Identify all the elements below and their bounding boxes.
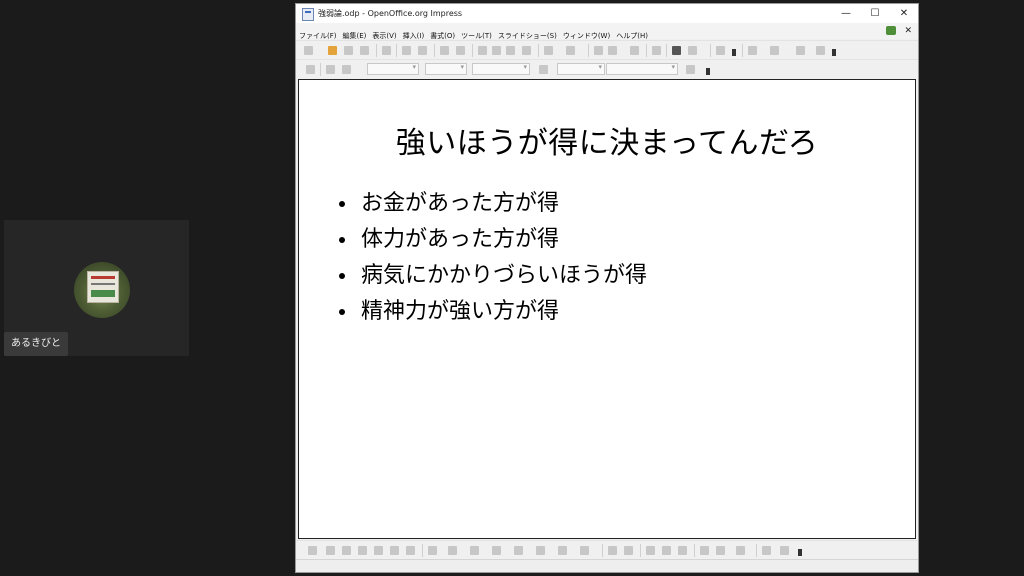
close-button[interactable]: ✕ <box>890 4 918 23</box>
impress-window: 強弱論.odp - OpenOffice.org Impress — ☐ ✕ フ… <box>295 3 919 573</box>
ellipse-icon[interactable] <box>374 546 383 555</box>
maximize-button[interactable]: ☐ <box>861 4 889 23</box>
list-item: 病気にかかりづらいほうが得 <box>337 258 647 294</box>
paste-icon[interactable] <box>506 46 515 55</box>
table-icon[interactable] <box>608 46 617 55</box>
list-item: 体力があった方が得 <box>337 222 647 258</box>
bullet-text: 体力があった方が得 <box>361 227 560 252</box>
styles-icon[interactable] <box>306 65 315 74</box>
bullet-icon <box>339 237 345 243</box>
chart-icon[interactable] <box>594 46 603 55</box>
save-icon[interactable] <box>344 46 353 55</box>
slide-design-icon[interactable] <box>748 46 757 55</box>
fill-type-select[interactable] <box>557 63 605 75</box>
symbol-shapes-icon[interactable] <box>492 546 501 555</box>
rotate-icon[interactable] <box>700 546 709 555</box>
slideshow-icon[interactable] <box>816 46 825 55</box>
flowchart-icon[interactable] <box>536 546 545 555</box>
update-icon[interactable] <box>886 26 896 35</box>
redo-icon[interactable] <box>566 46 575 55</box>
help-icon[interactable] <box>716 46 725 55</box>
open-icon[interactable] <box>328 46 337 55</box>
cut-icon[interactable] <box>478 46 487 55</box>
standard-toolbar <box>296 40 918 60</box>
line-style-select[interactable] <box>367 63 419 75</box>
alignment-icon[interactable] <box>716 546 725 555</box>
arrow-style-icon[interactable] <box>342 65 351 74</box>
stars-icon[interactable] <box>580 546 589 555</box>
window-title: 強弱論.odp - OpenOffice.org Impress <box>318 9 463 18</box>
zoom-icon[interactable] <box>688 46 697 55</box>
line-fill-toolbar <box>296 59 918 79</box>
gallery-icon[interactable] <box>662 546 671 555</box>
points-icon[interactable] <box>608 546 617 555</box>
toolbar2-overflow-icon[interactable] <box>832 49 836 56</box>
arrow-line-icon[interactable] <box>342 546 351 555</box>
rectangle-icon[interactable] <box>358 546 367 555</box>
line-color-select[interactable] <box>472 63 530 75</box>
from-file-icon[interactable] <box>646 546 655 555</box>
curve-icon[interactable] <box>406 546 415 555</box>
toolbar4-overflow-icon[interactable] <box>798 549 802 556</box>
title-bar: 強弱論.odp - OpenOffice.org Impress — ☐ ✕ <box>296 4 918 24</box>
fill-color-select[interactable] <box>606 63 678 75</box>
copy-icon[interactable] <box>492 46 501 55</box>
bullet-icon <box>339 309 345 315</box>
clone-format-icon[interactable] <box>522 46 531 55</box>
print-icon[interactable] <box>418 46 427 55</box>
status-bar <box>296 559 918 572</box>
avatar-photo-icon <box>87 271 119 303</box>
bullet-text: お金があった方が得 <box>361 191 560 216</box>
callouts-icon[interactable] <box>558 546 567 555</box>
slide-layout-icon[interactable] <box>770 46 779 55</box>
autospell-icon[interactable] <box>456 46 465 55</box>
extrusion-icon[interactable] <box>762 546 771 555</box>
globe-icon[interactable] <box>630 46 639 55</box>
lines-arrows-icon[interactable] <box>448 546 457 555</box>
bullet-text: 病気にかかりづらいほうが得 <box>361 263 648 288</box>
slide-title: 強いほうが得に決まってんだろ <box>395 126 819 161</box>
avatar <box>74 262 130 318</box>
line-width-stepper[interactable] <box>425 63 467 75</box>
list-item: 精神力が強い方が得 <box>337 294 647 330</box>
connector-icon[interactable] <box>428 546 437 555</box>
glue-points-icon[interactable] <box>624 546 633 555</box>
drawing-toolbar <box>296 540 918 560</box>
participant-name: あるきびと <box>4 332 68 356</box>
fontwork-icon[interactable] <box>678 546 687 555</box>
interaction-icon[interactable] <box>780 546 789 555</box>
shadow-icon[interactable] <box>686 65 695 74</box>
display-grid-icon[interactable] <box>652 46 661 55</box>
arrange-icon[interactable] <box>736 546 745 555</box>
area-fill-icon[interactable] <box>539 65 548 74</box>
toolbar3-overflow-icon[interactable] <box>706 68 710 75</box>
select-icon[interactable] <box>308 546 317 555</box>
impress-document-icon <box>302 8 314 21</box>
text-icon[interactable] <box>390 546 399 555</box>
close-document-button[interactable]: ✕ <box>904 23 912 39</box>
bullet-text: 精神力が強い方が得 <box>361 299 560 324</box>
line-style-icon[interactable] <box>326 65 335 74</box>
new-slide-icon[interactable] <box>796 46 805 55</box>
slide-canvas[interactable]: 強いほうが得に決まってんだろ お金があった方が得 体力があった方が得 病気にかか… <box>298 79 916 539</box>
line-icon[interactable] <box>326 546 335 555</box>
bullet-icon <box>339 201 345 207</box>
block-arrows-icon[interactable] <box>514 546 523 555</box>
menu-bar: ファイル(F) 編集(E) 表示(V) 挿入(I) 書式(O) ツール(T) スライドショー… <box>296 23 918 40</box>
basic-shapes-icon[interactable] <box>470 546 479 555</box>
navigator-icon[interactable] <box>672 46 681 55</box>
spellcheck-icon[interactable] <box>440 46 449 55</box>
list-item: お金があった方が得 <box>337 186 647 222</box>
bullet-icon <box>339 273 345 279</box>
undo-icon[interactable] <box>544 46 553 55</box>
toolbar-overflow-icon[interactable] <box>732 49 736 56</box>
email-icon[interactable] <box>360 46 369 55</box>
bullet-list: お金があった方が得 体力があった方が得 病気にかかりづらいほうが得 精神力が強い… <box>337 186 647 330</box>
export-pdf-icon[interactable] <box>402 46 411 55</box>
edit-file-icon[interactable] <box>382 46 391 55</box>
new-icon[interactable] <box>304 46 313 55</box>
minimize-button[interactable]: — <box>832 4 860 23</box>
